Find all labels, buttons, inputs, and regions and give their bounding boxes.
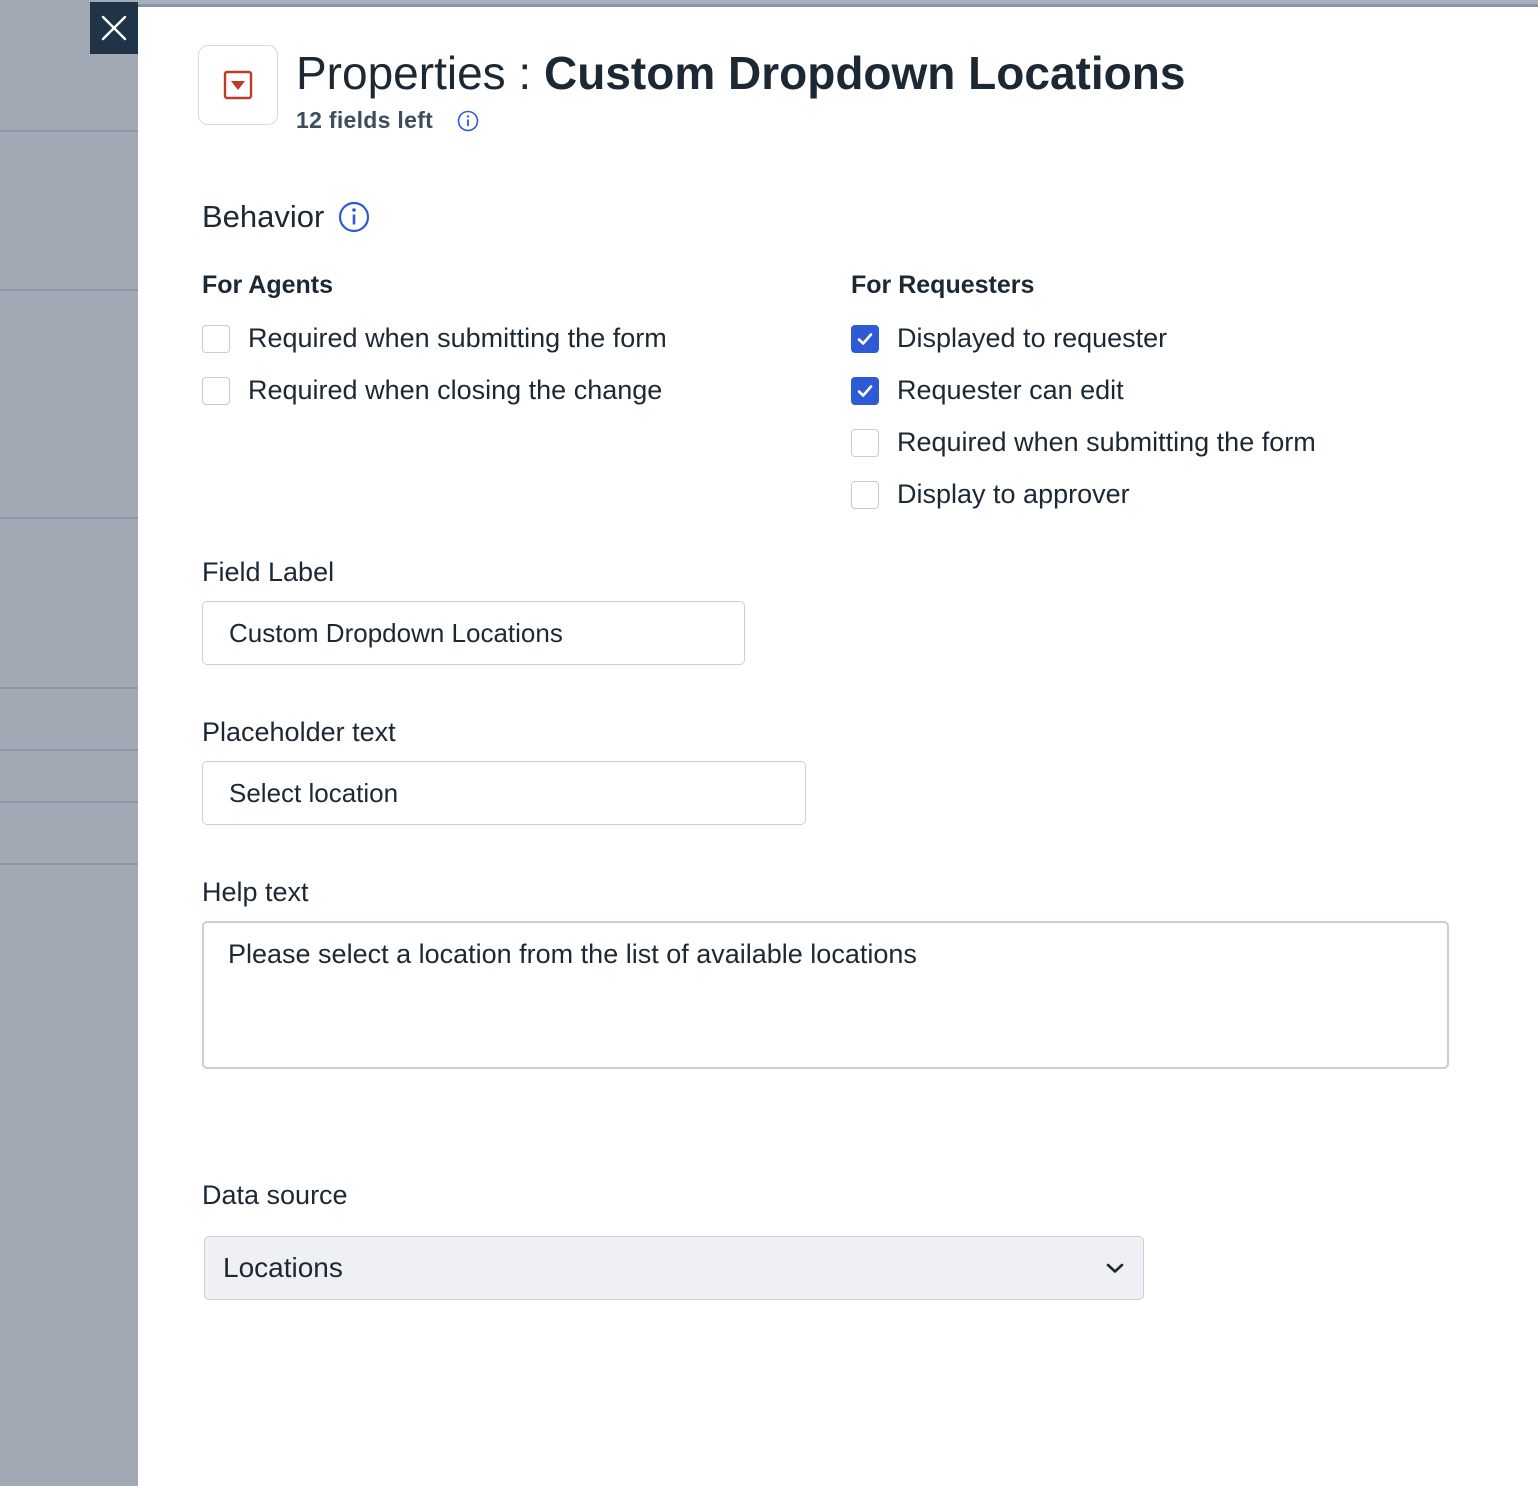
fields-left-info: 12 fields left <box>296 107 479 134</box>
requester-required-submit-option[interactable]: Required when submitting the form <box>851 427 1316 458</box>
checkbox[interactable] <box>202 376 230 405</box>
title-field-name: Custom Dropdown Locations <box>544 47 1186 99</box>
divider <box>0 687 138 689</box>
checkbox-label: Displayed to requester <box>897 323 1168 353</box>
data-source-select[interactable]: Locations <box>204 1236 1144 1300</box>
field-label-title: Field Label <box>202 557 335 587</box>
behavior-title: Behavior <box>202 199 325 234</box>
checkbox-label: Display to approver <box>897 479 1130 509</box>
check-icon <box>857 332 873 345</box>
placeholder-text-value: Select location <box>229 777 399 808</box>
chevron-down-icon <box>1106 1263 1124 1273</box>
help-text-title: Help text <box>202 877 309 907</box>
requester-display-approver-option[interactable]: Display to approver <box>851 479 1130 510</box>
checkbox-checked[interactable] <box>851 376 879 405</box>
divider <box>0 130 138 132</box>
checkbox-label: Requester can edit <box>897 375 1124 405</box>
checkbox-label: Required when submitting the form <box>248 323 667 353</box>
checkbox[interactable] <box>851 428 879 457</box>
data-source-title: Data source <box>202 1180 348 1210</box>
background-overlay <box>0 0 138 1486</box>
info-icon[interactable] <box>457 110 479 132</box>
agent-required-close-option[interactable]: Required when closing the change <box>202 375 662 406</box>
checkbox-label: Required when submitting the form <box>897 427 1316 457</box>
close-button[interactable] <box>90 2 138 54</box>
title-prefix: Properties : <box>296 47 544 99</box>
divider <box>0 863 138 865</box>
properties-panel: Properties : Custom Dropdown Locations 1… <box>138 4 1538 1486</box>
requester-displayed-option[interactable]: Displayed to requester <box>851 323 1167 354</box>
checkbox[interactable] <box>851 480 879 509</box>
fields-left-count: 12 fields left <box>296 107 434 133</box>
agent-required-submit-option[interactable]: Required when submitting the form <box>202 323 667 354</box>
close-icon <box>101 15 127 41</box>
for-agents-title: For Agents <box>202 271 334 299</box>
for-requesters-title: For Requesters <box>851 271 1035 299</box>
divider <box>0 801 138 803</box>
divider <box>0 517 138 519</box>
data-source-value: Locations <box>223 1252 343 1283</box>
checkbox-checked[interactable] <box>851 324 879 353</box>
behavior-heading: Behavior <box>202 199 370 235</box>
checkbox[interactable] <box>202 324 230 353</box>
divider <box>0 749 138 751</box>
page-title: Properties : Custom Dropdown Locations <box>296 45 1185 101</box>
field-label-input[interactable]: Custom Dropdown Locations <box>202 601 745 665</box>
placeholder-text-input[interactable]: Select location <box>202 761 806 825</box>
help-text-textarea[interactable]: Please select a location from the list o… <box>202 921 1449 1069</box>
dropdown-icon <box>223 70 253 100</box>
checkbox-label: Required when closing the change <box>248 375 663 405</box>
help-text-value: Please select a location from the list o… <box>228 939 917 969</box>
check-icon <box>857 384 873 397</box>
divider <box>0 289 138 291</box>
field-label-value: Custom Dropdown Locations <box>229 617 563 648</box>
info-icon[interactable] <box>338 201 370 233</box>
placeholder-text-title: Placeholder text <box>202 717 396 747</box>
requester-can-edit-option[interactable]: Requester can edit <box>851 375 1124 406</box>
dropdown-field-icon-box <box>198 45 278 125</box>
